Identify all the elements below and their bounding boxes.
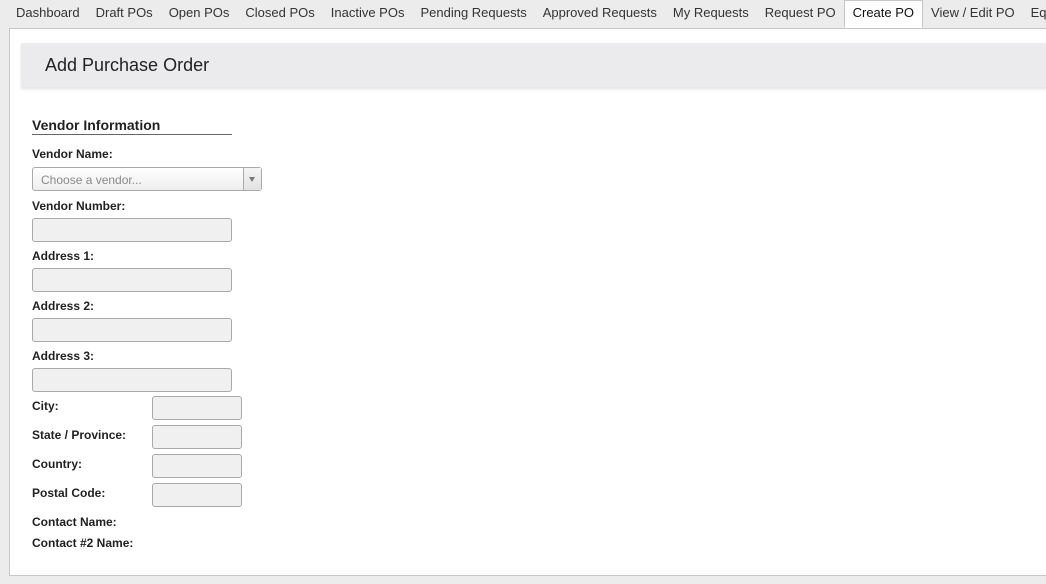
tab-bar: Dashboard Draft POs Open POs Closed POs … — [0, 0, 1046, 28]
tab-dashboard[interactable]: Dashboard — [8, 0, 88, 28]
chevron-down-icon — [249, 177, 255, 182]
tab-pending-requests[interactable]: Pending Requests — [412, 0, 534, 28]
vendor-section-title: Vendor Information — [32, 117, 232, 135]
page-title: Add Purchase Order — [45, 55, 210, 75]
address3-label: Address 3: — [32, 349, 95, 363]
tab-request-po[interactable]: Request PO — [757, 0, 844, 28]
address3-field[interactable] — [32, 368, 232, 392]
state-province-label: State / Province: — [32, 428, 127, 442]
tab-inactive-pos[interactable]: Inactive POs — [323, 0, 413, 28]
tab-open-pos[interactable]: Open POs — [161, 0, 238, 28]
contact-name-label: Contact Name: — [32, 515, 117, 529]
tab-my-requests[interactable]: My Requests — [665, 0, 757, 28]
country-field[interactable] — [152, 454, 242, 478]
vendor-number-label: Vendor Number: — [32, 199, 126, 213]
country-label: Country: — [32, 457, 82, 471]
address1-label: Address 1: — [32, 249, 95, 263]
page-header: Add Purchase Order — [21, 43, 1046, 87]
vendor-name-label: Vendor Name: — [32, 147, 113, 161]
address2-label: Address 2: — [32, 299, 95, 313]
tab-draft-pos[interactable]: Draft POs — [88, 0, 161, 28]
content-panel: Add Purchase Order Vendor Information Ve… — [9, 28, 1046, 576]
address1-field[interactable] — [32, 268, 232, 292]
city-label: City: — [32, 399, 59, 413]
contact2-name-label: Contact #2 Name: — [32, 536, 134, 550]
postal-code-field[interactable] — [152, 483, 242, 507]
postal-code-label: Postal Code: — [32, 486, 106, 500]
vendor-name-select[interactable]: Choose a vendor... — [32, 167, 262, 191]
city-field[interactable] — [152, 396, 242, 420]
vendor-name-placeholder: Choose a vendor... — [41, 173, 142, 187]
tab-equipment[interactable]: Equipment — [1023, 0, 1046, 28]
tab-closed-pos[interactable]: Closed POs — [237, 0, 322, 28]
vendor-number-field[interactable] — [32, 218, 232, 242]
tab-create-po[interactable]: Create PO — [843, 0, 924, 28]
dropdown-toggle[interactable] — [243, 168, 261, 190]
state-province-field[interactable] — [152, 425, 242, 449]
tab-view-edit-po[interactable]: View / Edit PO — [923, 0, 1023, 28]
address2-field[interactable] — [32, 318, 232, 342]
tab-approved-requests[interactable]: Approved Requests — [535, 0, 665, 28]
